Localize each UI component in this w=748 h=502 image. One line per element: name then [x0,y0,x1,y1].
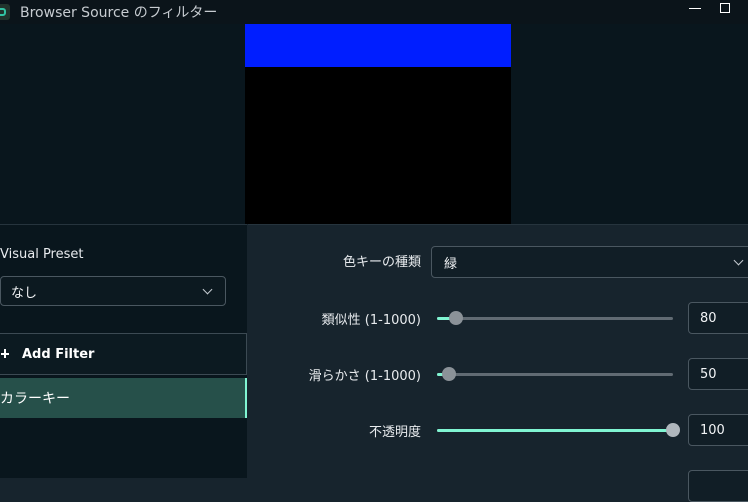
visual-preset-value: なし [11,285,38,301]
next-setting-input[interactable] [688,470,748,502]
slider-handle[interactable] [449,311,463,325]
maximize-button[interactable] [716,0,734,16]
key-color-type-value: 緑 [444,256,458,272]
filter-item-color-key[interactable]: カラーキー [0,378,247,418]
filters-sidebar: Visual Preset なし Add Filter カラーキー [0,224,247,478]
similarity-label: 類似性 (1-1000) [321,313,421,328]
opacity-slider[interactable] [437,422,680,438]
plus-icon [0,346,14,362]
filter-settings-panel: 色キーの種類 緑 類似性 (1-1000) 80 滑らかさ (1-1000) 5… [248,224,748,502]
opacity-label: 不透明度 [368,425,421,440]
visual-preset-dropdown[interactable]: なし [0,276,226,306]
minimize-icon [689,7,701,9]
minimize-button[interactable] [686,0,704,16]
similarity-slider[interactable] [437,310,673,326]
opacity-input[interactable]: 100 [688,414,748,446]
slider-track [437,317,673,320]
add-filter-label: Add Filter [22,346,95,362]
similarity-input[interactable]: 80 [688,302,748,334]
preview-area [0,24,748,224]
smoothness-slider[interactable] [437,366,673,382]
filter-item-label: カラーキー [0,391,70,407]
visual-preset-label: Visual Preset [0,247,84,262]
preview-blue-region [245,24,511,67]
chevron-down-icon [202,284,213,295]
smoothness-label: 滑らかさ (1-1000) [308,369,421,384]
smoothness-input[interactable]: 50 [688,358,748,390]
window-title: Browser Source のフィルター [20,5,218,21]
obs-app-icon [0,4,10,20]
chevron-down-icon [733,255,744,266]
slider-fill [437,429,673,432]
slider-handle[interactable] [666,423,680,437]
key-color-type-label: 色キーの種類 [342,255,421,270]
title-bar: Browser Source のフィルター [0,0,748,24]
slider-handle[interactable] [442,367,456,381]
source-preview [245,24,511,224]
slider-track [437,373,673,376]
maximize-icon [720,3,730,13]
key-color-type-dropdown[interactable]: 緑 [431,246,748,278]
add-filter-button[interactable]: Add Filter [0,333,247,375]
